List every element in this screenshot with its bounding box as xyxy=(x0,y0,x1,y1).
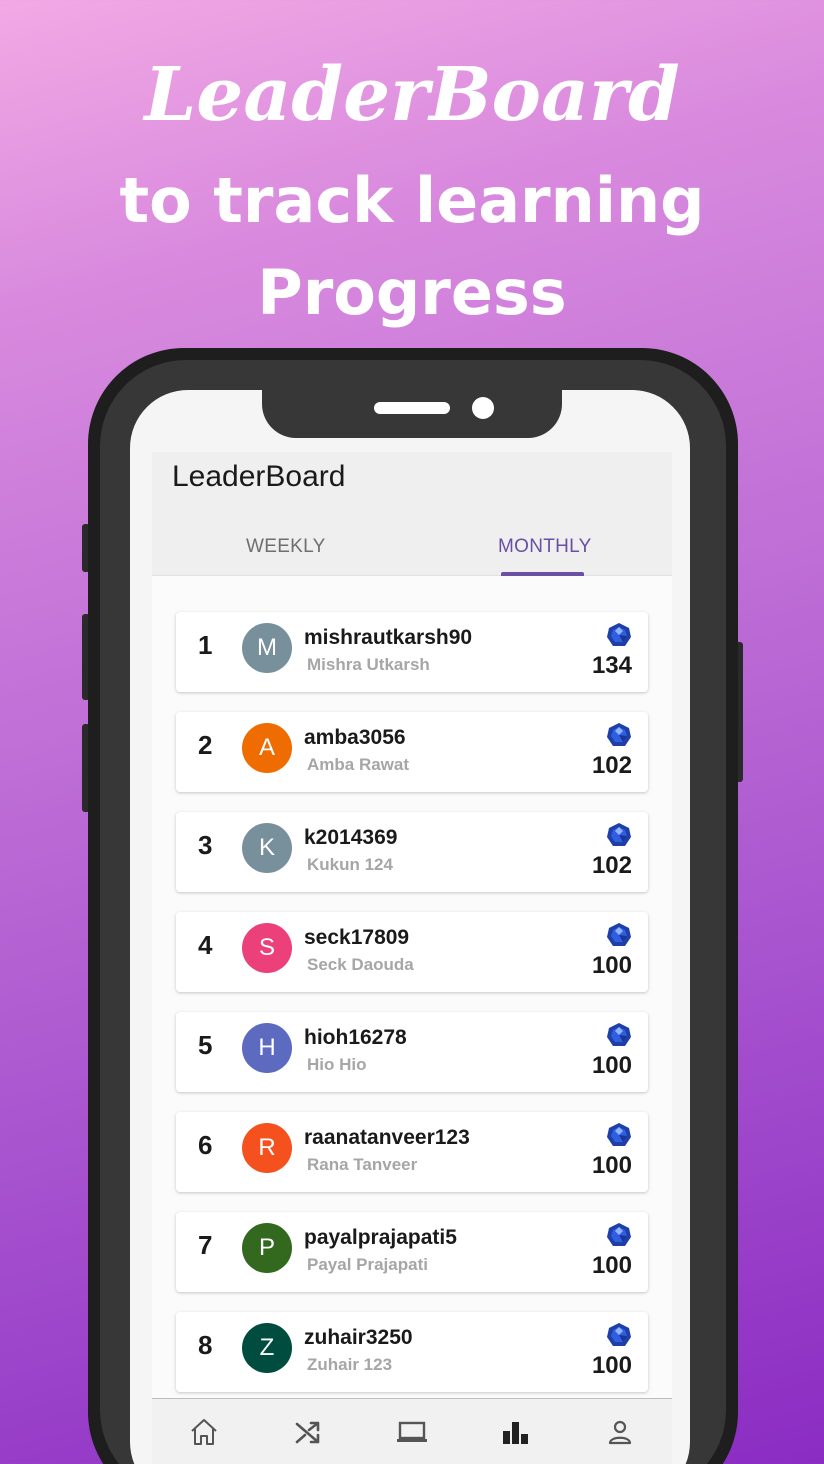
full-name: Rana Tanveer xyxy=(307,1155,418,1174)
app-bar: LeaderBoard WEEKLY MONTHLY xyxy=(152,452,672,576)
gem-icon xyxy=(606,1022,632,1048)
gem-icon xyxy=(606,1122,632,1148)
full-name: Amba Rawat xyxy=(307,755,410,774)
phone-camera xyxy=(472,397,494,419)
score: 100 xyxy=(591,1152,632,1179)
tab-monthly[interactable]: MONTHLY xyxy=(498,536,592,558)
score: 100 xyxy=(591,1252,632,1279)
gem-icon xyxy=(606,1222,632,1248)
score: 100 xyxy=(591,1052,632,1079)
profile-icon[interactable] xyxy=(602,1415,638,1449)
gem-icon xyxy=(606,1322,632,1348)
full-name: Mishra Utkarsh xyxy=(307,655,430,674)
username: seck17809 xyxy=(304,926,410,949)
username: amba3056 xyxy=(304,726,406,749)
avatar: A xyxy=(242,723,292,773)
avatar: P xyxy=(242,1223,292,1273)
hero-subtitle-line2: Progress xyxy=(257,256,567,329)
full-name: Seck Daouda xyxy=(307,955,414,974)
hero-title: LeaderBoard xyxy=(144,52,680,138)
score: 100 xyxy=(591,952,632,979)
leaderboard-row[interactable]: 1 Mmishrautkarsh90 Mishra Utkarsh 134 xyxy=(176,612,648,692)
laptop-icon[interactable] xyxy=(394,1415,430,1449)
tab-weekly[interactable]: WEEKLY xyxy=(246,536,326,558)
leaderboard-list: 1 Mmishrautkarsh90 Mishra Utkarsh 134 2 Aamba… xyxy=(176,612,648,1412)
avatar: R xyxy=(242,1123,292,1173)
rank-number: 4 xyxy=(198,930,213,960)
gem-icon xyxy=(606,922,632,948)
score: 102 xyxy=(591,852,632,879)
score: 134 xyxy=(591,652,632,679)
score: 100 xyxy=(591,1352,632,1379)
home-icon[interactable] xyxy=(186,1415,222,1449)
shuffle-icon[interactable] xyxy=(290,1415,326,1449)
rank-number: 5 xyxy=(198,1030,213,1060)
leaderboard-row[interactable]: 7 Ppayalprajapati5 Payal Prajapati 100 xyxy=(176,1212,648,1292)
gem-icon xyxy=(606,722,632,748)
avatar: H xyxy=(242,1023,292,1073)
leaderboard-row[interactable]: 5 Hhioh16278 Hio Hio 100 xyxy=(176,1012,648,1092)
bottom-nav xyxy=(152,1398,672,1464)
rank-number: 6 xyxy=(198,1130,213,1160)
leaderboard-row[interactable]: 6 Rraanatanveer123 Rana Tanveer 100 xyxy=(176,1112,648,1192)
rank-number: 7 xyxy=(198,1230,213,1260)
avatar: Z xyxy=(242,1323,292,1373)
score: 102 xyxy=(591,752,632,779)
full-name: Payal Prajapati xyxy=(307,1255,428,1274)
phone-speaker xyxy=(374,402,450,414)
rank-number: 2 xyxy=(198,730,213,760)
leaderboard-row[interactable]: 3 Kk2014369 Kukun 124 102 xyxy=(176,812,648,892)
hero-subtitle-line1: to track learning xyxy=(119,164,705,237)
rank-number: 1 xyxy=(198,630,213,660)
leaderboard-app: LeaderBoard WEEKLY MONTHLY 1 Mmishrautkar… xyxy=(152,452,672,1464)
tab-indicator xyxy=(501,572,584,576)
rank-number: 8 xyxy=(198,1330,213,1360)
full-name: Zuhair 123 xyxy=(307,1355,393,1374)
username: hioh16278 xyxy=(304,1026,407,1049)
leaderboard-row[interactable]: 4 Sseck17809 Seck Daouda 100 xyxy=(176,912,648,992)
gem-icon xyxy=(606,822,632,848)
leaderboard-row[interactable]: 2 Aamba3056 Amba Rawat 102 xyxy=(176,712,648,792)
username: mishrautkarsh90 xyxy=(304,626,473,649)
leaderboard-row[interactable]: 8 Zzuhair3250 Zuhair 123 100 xyxy=(176,1312,648,1392)
avatar: S xyxy=(242,923,292,973)
gem-icon xyxy=(606,622,632,648)
username: raanatanveer123 xyxy=(304,1126,470,1149)
app-title: LeaderBoard xyxy=(172,460,346,493)
rank-number: 3 xyxy=(198,830,213,860)
avatar: M xyxy=(242,623,292,673)
username: k2014369 xyxy=(304,826,398,849)
username: payalprajapati5 xyxy=(304,1226,457,1249)
full-name: Kukun 124 xyxy=(307,855,393,874)
username: zuhair3250 xyxy=(304,1326,413,1349)
leaderboard-icon[interactable] xyxy=(498,1415,534,1449)
avatar: K xyxy=(242,823,292,873)
full-name: Hio Hio xyxy=(307,1055,367,1074)
